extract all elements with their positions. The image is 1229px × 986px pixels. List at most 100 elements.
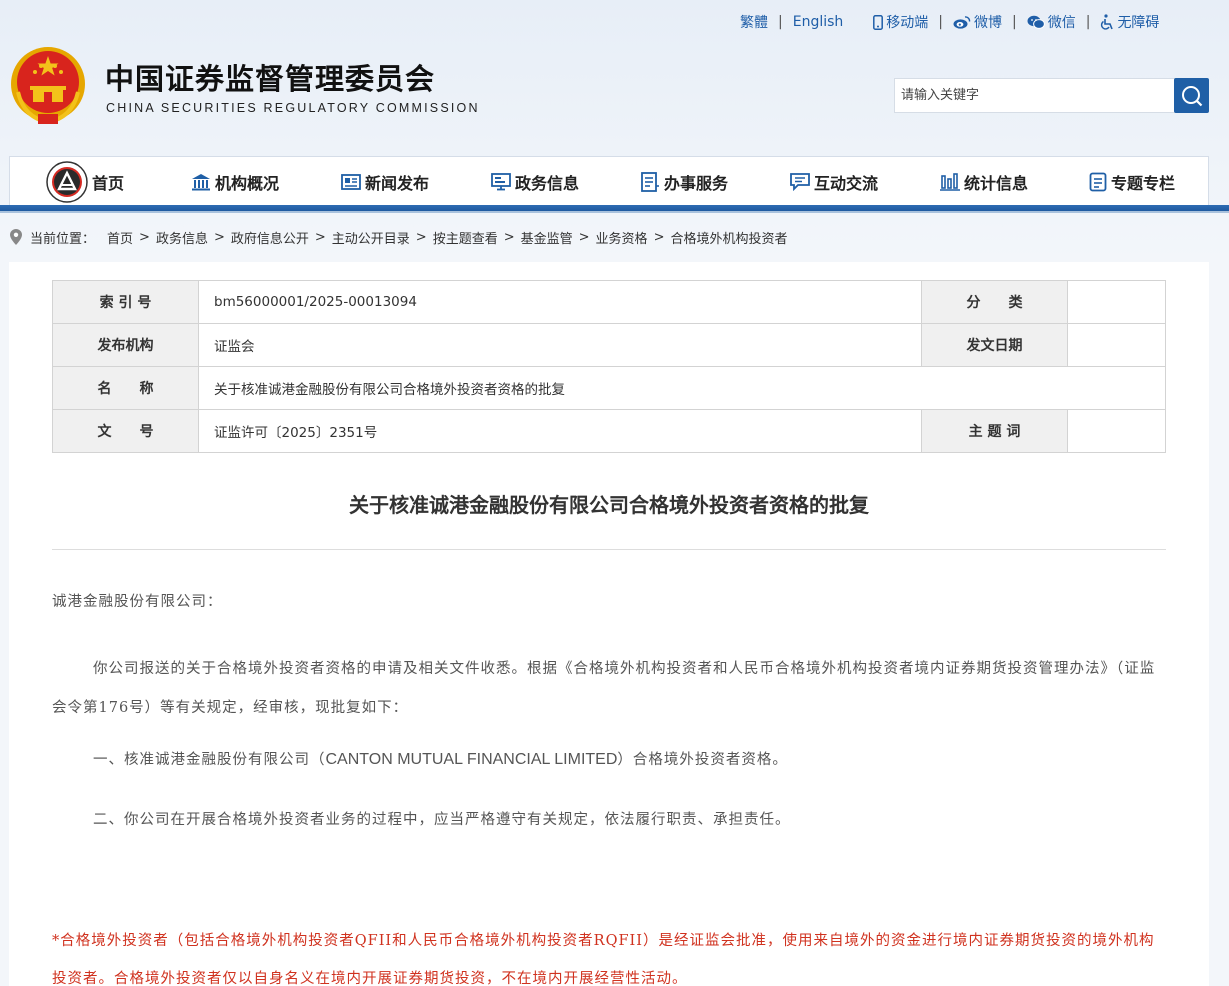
mobile-label: 移动端 (886, 15, 929, 31)
paragraph-text: ）合格境外投资者资格。 (617, 752, 788, 768)
breadcrumb-separator: > (139, 229, 150, 245)
main-nav: 首页 机构概况 新闻发布 政务信息 办事服务 互动交流 统计信息 专题专栏 (9, 156, 1209, 212)
nav-label-organization: 机构概况 (215, 174, 280, 193)
docno-label: 文 号 (52, 409, 199, 453)
csrc-logo-icon (46, 161, 88, 203)
nav-label-government-info: 政务信息 (515, 174, 580, 193)
breadcrumb-separator: > (653, 229, 665, 245)
nav-item-statistics[interactable]: 统计信息 (940, 157, 1028, 207)
separator: | (778, 14, 783, 30)
traditional-chinese-link[interactable]: 繁體 (740, 12, 768, 32)
bar-chart-icon (940, 173, 960, 191)
mobile-icon (873, 14, 884, 30)
monitor-icon (491, 173, 511, 191)
weibo-icon (953, 16, 971, 29)
top-links: 繁體 | English 移动端 | 微博 | 微信 | 无障碍 (740, 12, 1159, 32)
newspaper-icon (341, 174, 361, 190)
breadcrumb-item[interactable]: 业务资格 (596, 228, 648, 247)
table-row: 名 称 关于核准诚港金融股份有限公司合格境外投资者资格的批复 (52, 366, 1166, 410)
table-row: 索 引 号 bm56000001/2025-00013094 分 类 (52, 280, 1166, 324)
document-icon (1089, 172, 1107, 192)
divider (52, 549, 1166, 550)
accessibility-link[interactable]: 无障碍 (1100, 12, 1159, 32)
search-icon (1181, 85, 1202, 106)
nav-item-topics[interactable]: 专题专栏 (1089, 157, 1175, 207)
nav-item-news[interactable]: 新闻发布 (341, 157, 429, 207)
document-paragraph: 你公司报送的关于合格境外投资者资格的申请及相关文件收悉。根据《合格境外机构投资者… (52, 661, 1156, 716)
accessibility-label: 无障碍 (1117, 15, 1160, 31)
date-label: 发文日期 (921, 323, 1068, 367)
site-title: 中国证券监督管理委员会 (105, 62, 436, 96)
mobile-link[interactable]: 移动端 (873, 12, 928, 32)
breadcrumb-item[interactable]: 主动公开目录 (332, 228, 410, 247)
document-salutation: 诚港金融股份有限公司： (52, 594, 223, 610)
document-meta-table: 索 引 号 bm56000001/2025-00013094 分 类 发布机构 … (52, 280, 1166, 453)
keywords-value (1067, 409, 1166, 453)
index-label: 索 引 号 (52, 280, 199, 324)
nav-item-government-info[interactable]: 政务信息 (491, 157, 579, 207)
index-value: bm56000001/2025-00013094 (198, 280, 922, 324)
document-paragraph: 二、你公司在开展合格境外投资者业务的过程中，应当严格遵守有关规定，依法履行职责、… (93, 812, 791, 828)
table-row: 发布机构 证监会 发文日期 (52, 323, 1166, 367)
accessibility-icon (1101, 14, 1114, 30)
separator: | (1085, 14, 1091, 30)
breadcrumb-item[interactable]: 首页 (107, 228, 133, 247)
nav-label-home: 首页 (92, 174, 125, 193)
weibo-label: 微博 (974, 15, 1002, 31)
breadcrumb-label: 当前位置： (30, 231, 96, 247)
chat-icon (790, 173, 810, 191)
nav-item-home[interactable]: 首页 (46, 157, 124, 207)
search-input[interactable] (894, 78, 1176, 113)
document-paragraph: 一、核准诚港金融股份有限公司（CANTON MUTUAL FINANCIAL L… (52, 748, 1166, 769)
search-button[interactable] (1174, 78, 1209, 113)
publisher-label: 发布机构 (52, 323, 199, 367)
nav-label-interaction: 互动交流 (814, 174, 879, 193)
name-value: 关于核准诚港金融股份有限公司合格境外投资者资格的批复 (198, 366, 1166, 410)
wechat-label: 微信 (1047, 15, 1076, 31)
publisher-value: 证监会 (198, 323, 922, 367)
breadcrumb-separator: > (314, 229, 326, 245)
keywords-label: 主 题 词 (921, 409, 1068, 453)
breadcrumb-separator: > (503, 229, 515, 245)
building-icon (192, 174, 210, 191)
breadcrumb-item[interactable]: 按主题查看 (433, 228, 498, 247)
nav-item-interaction[interactable]: 互动交流 (790, 157, 878, 207)
location-pin-icon (10, 229, 22, 245)
site-header: 繁體 | English 移动端 | 微博 | 微信 | 无障碍 中国证券监督管… (0, 0, 1229, 150)
document-title: 关于核准诚港金融股份有限公司合格境外投资者资格的批复 (349, 493, 869, 517)
nav-item-services[interactable]: 办事服务 (640, 157, 728, 207)
date-value (1067, 323, 1166, 367)
nav-label-news: 新闻发布 (365, 174, 430, 193)
breadcrumb-separator: > (578, 229, 590, 245)
site-subtitle: CHINA SECURITIES REGULATORY COMMISSION (106, 101, 480, 115)
breadcrumb-separator: > (213, 229, 225, 245)
nav-label-statistics: 统计信息 (964, 174, 1029, 193)
search-box (894, 78, 1209, 113)
table-row: 文 号 证监许可〔2025〕2351号 主 题 词 (52, 409, 1166, 453)
paragraph-text: 一、核准诚港金融股份有限公司（ (93, 752, 326, 768)
nav-underline-light (0, 211, 1229, 213)
weibo-link[interactable]: 微博 (953, 12, 1002, 32)
separator: | (1012, 14, 1017, 30)
footnote: *合格境外投资者（包括合格境外机构投资者QFII和人民币合格境外机构投资者RQF… (52, 933, 1155, 986)
nav-label-services: 办事服务 (664, 174, 729, 193)
separator: | (938, 14, 943, 30)
name-label: 名 称 (52, 366, 199, 410)
wechat-link[interactable]: 微信 (1027, 12, 1076, 32)
breadcrumb-item[interactable]: 政务信息 (156, 228, 208, 247)
breadcrumb-separator: > (415, 229, 427, 245)
category-label: 分 类 (921, 280, 1068, 324)
english-link[interactable]: English (793, 14, 844, 30)
list-icon (641, 172, 659, 192)
wechat-icon (1027, 15, 1045, 29)
docno-value: 证监许可〔2025〕2351号 (198, 409, 922, 453)
national-emblem-logo[interactable] (8, 42, 88, 128)
breadcrumb-item[interactable]: 政府信息公开 (231, 228, 309, 247)
breadcrumb-item[interactable]: 基金监管 (521, 228, 573, 247)
nav-item-organization[interactable]: 机构概况 (191, 157, 279, 207)
company-english-name: CANTON MUTUAL FINANCIAL LIMITED (325, 751, 618, 768)
nav-label-topics: 专题专栏 (1111, 174, 1176, 193)
breadcrumb: 当前位置： 首页 > 政务信息 > 政府信息公开 > 主动公开目录 > 按主题查… (10, 228, 787, 247)
category-value (1067, 280, 1166, 324)
breadcrumb-item[interactable]: 合格境外机构投资者 (670, 228, 787, 247)
